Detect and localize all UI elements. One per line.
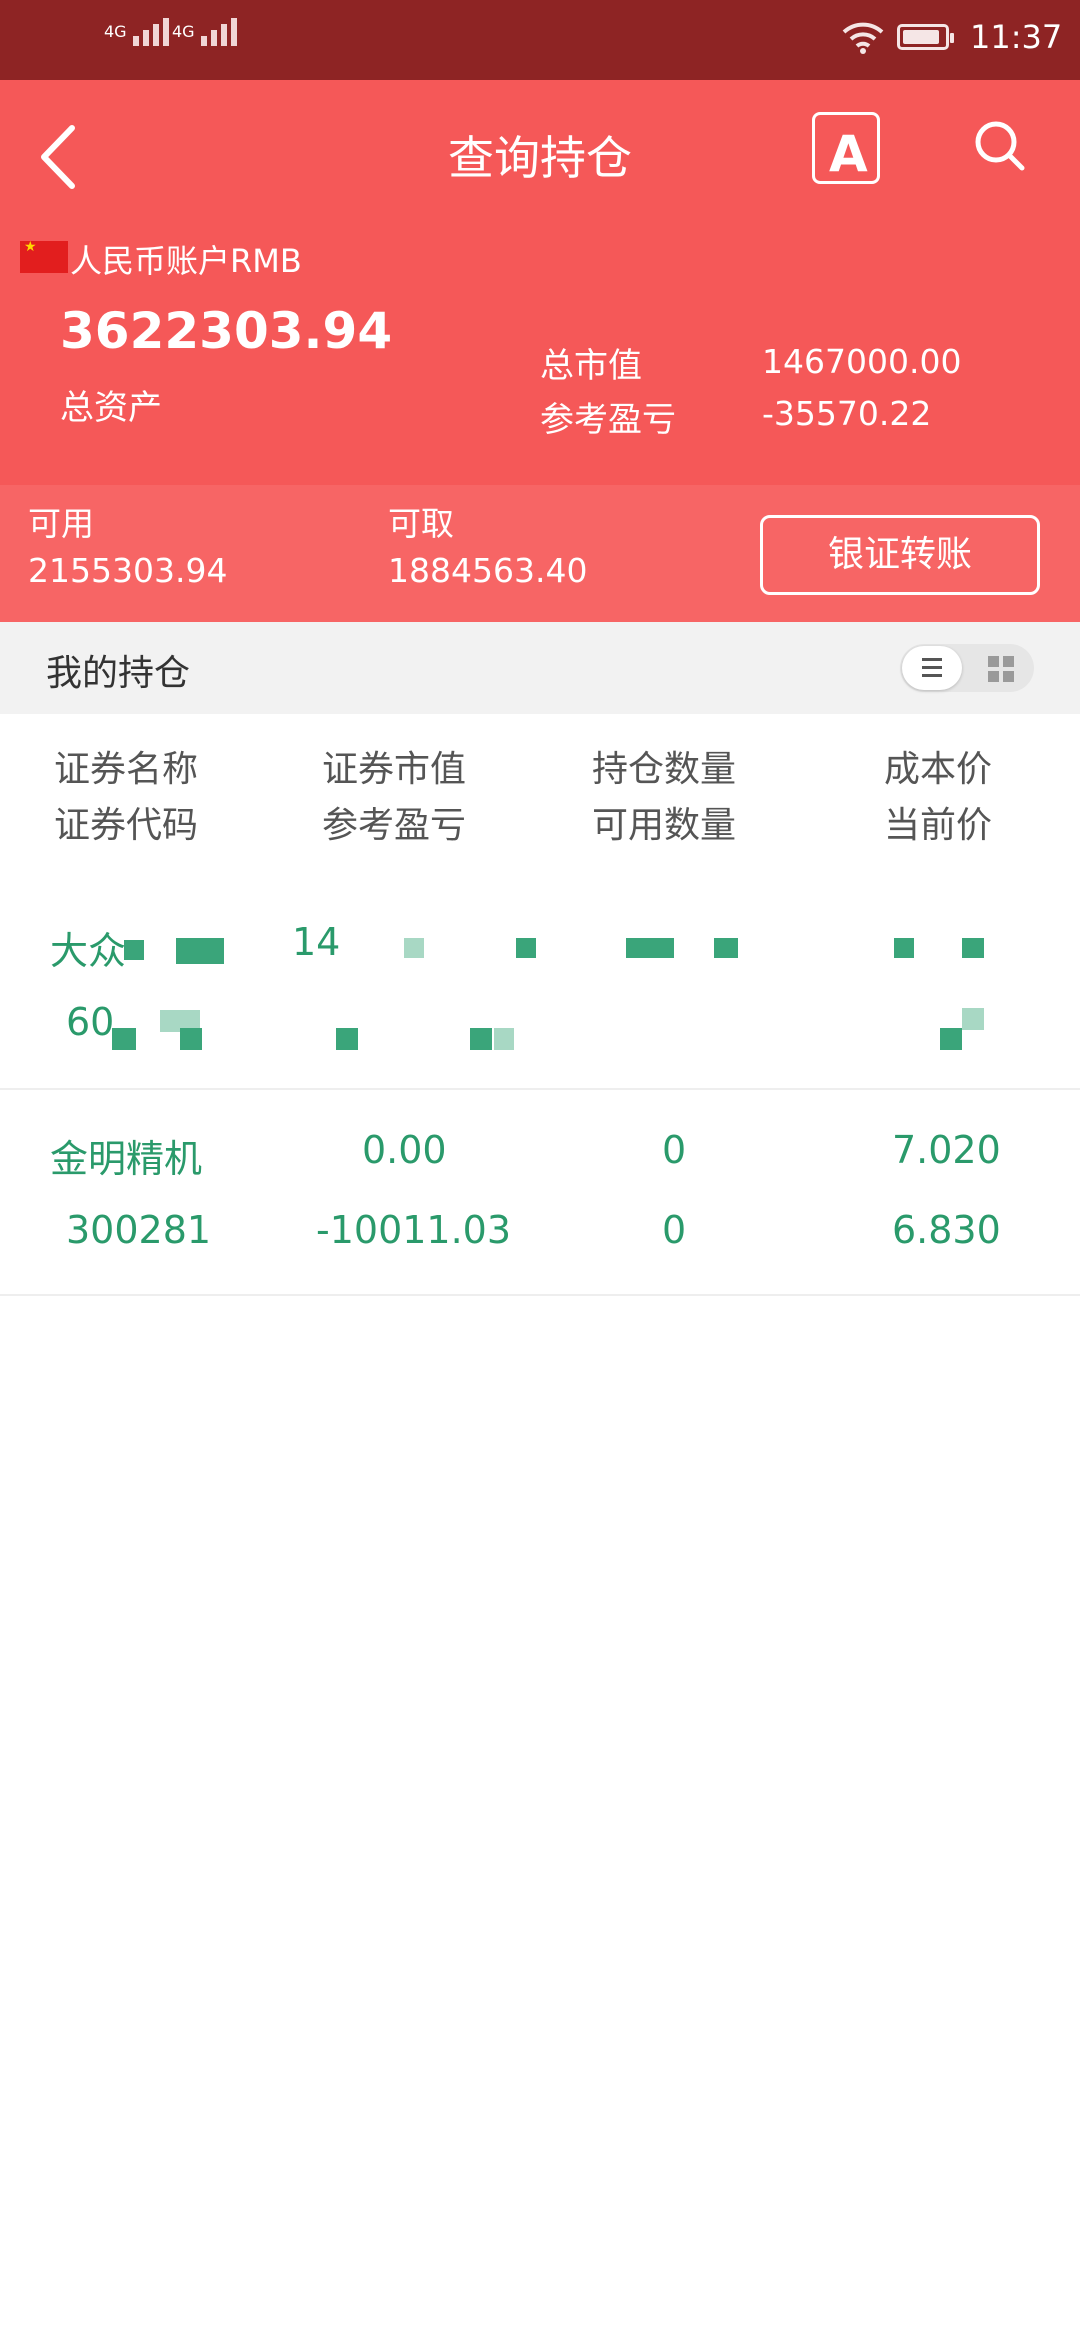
column-header: 证券市值 [322,749,467,790]
pixelated-mask [962,938,984,958]
pixelated-mask [336,1028,358,1050]
status-bar: 4G 4G 11:37 [0,0,1080,80]
market-value: 0.00 [362,1128,447,1172]
pixelated-mask [626,938,674,958]
search-icon[interactable] [972,118,1028,174]
pixelated-mask [940,1028,962,1050]
total-assets-value: 3622303.94 [60,302,393,360]
pixelated-mask [404,938,424,958]
total-assets-label: 总资产 [60,388,162,428]
stock-code: 60 [66,1000,115,1044]
pixelated-mask [894,938,914,958]
china-flag-icon [20,239,68,273]
market-value: 14 [292,920,341,964]
stock-code: 300281 [66,1208,212,1252]
pixelated-mask [470,1028,492,1050]
pixelated-mask [962,1008,984,1030]
pixelated-mask [494,1028,514,1050]
view-mode-toggle[interactable] [900,644,1034,692]
cell-signal-1-icon: 4G [104,18,169,46]
available-qty: 0 [662,1208,687,1252]
market-value: 1467000.00 [762,342,962,381]
cost-price: 7.020 [892,1128,1001,1172]
available-value: 2155303.94 [28,551,228,590]
section-title: 我的持仓 [46,653,191,694]
table-row[interactable]: 大众 60 14 [0,874,1080,1090]
pixelated-mask [714,938,738,958]
account-label[interactable]: 人民币账户RMB [70,236,302,282]
grid-view-icon[interactable] [988,656,1014,682]
column-header: 参考盈亏 [322,805,467,846]
battery-icon [897,24,954,50]
holding-qty: 0 [662,1128,687,1172]
column-header: 证券名称 [54,749,199,790]
cell-signal-2-icon: 4G [172,18,237,46]
pixelated-mask [112,1028,136,1050]
column-header: 当前价 [884,805,993,846]
clock: 11:37 [970,18,1063,56]
header: 查询持仓 A 人民币账户RMB 3622303.94 总资产 总市值 14670… [0,80,1080,485]
withdrawable-value: 1884563.40 [388,551,588,590]
stock-name: 金明精机 [50,1137,203,1181]
font-size-label: A [829,125,868,183]
withdrawable-label: 可取 [388,504,454,543]
available-label: 可用 [28,504,94,543]
current-price: 6.830 [892,1208,1001,1252]
column-header: 证券代码 [54,805,199,846]
font-size-button[interactable]: A [812,112,880,184]
pixelated-mask [180,1028,202,1050]
profit-loss: -10011.03 [316,1208,512,1252]
column-header: 可用数量 [592,805,737,846]
market-value-label: 总市值 [540,346,642,386]
list-view-icon[interactable] [922,658,942,682]
network-type-label: 4G [172,22,195,41]
table-row[interactable]: 金明精机 300281 0.00 -10011.03 0 0 7.020 6.8… [0,1090,1080,1296]
pixelated-mask [516,938,536,958]
funds-bar: 可用 2155303.94 可取 1884563.40 银证转账 [0,485,1080,622]
pixelated-mask [124,940,144,960]
pixelated-mask [176,938,224,964]
wifi-icon [842,22,884,54]
page-title: 查询持仓 [448,131,632,185]
profit-label: 参考盈亏 [540,400,676,440]
holdings-column-headers: 证券名称 证券代码 证券市值 参考盈亏 持仓数量 可用数量 成本价 当前价 [0,714,1080,874]
bank-transfer-button[interactable]: 银证转账 [760,515,1040,595]
column-header: 成本价 [884,749,993,790]
network-type-label: 4G [104,22,127,41]
column-header: 持仓数量 [592,749,737,790]
stock-name: 大众 [50,929,127,973]
holdings-section-header: 我的持仓 [0,622,1080,714]
profit-value: -35570.22 [762,394,932,433]
